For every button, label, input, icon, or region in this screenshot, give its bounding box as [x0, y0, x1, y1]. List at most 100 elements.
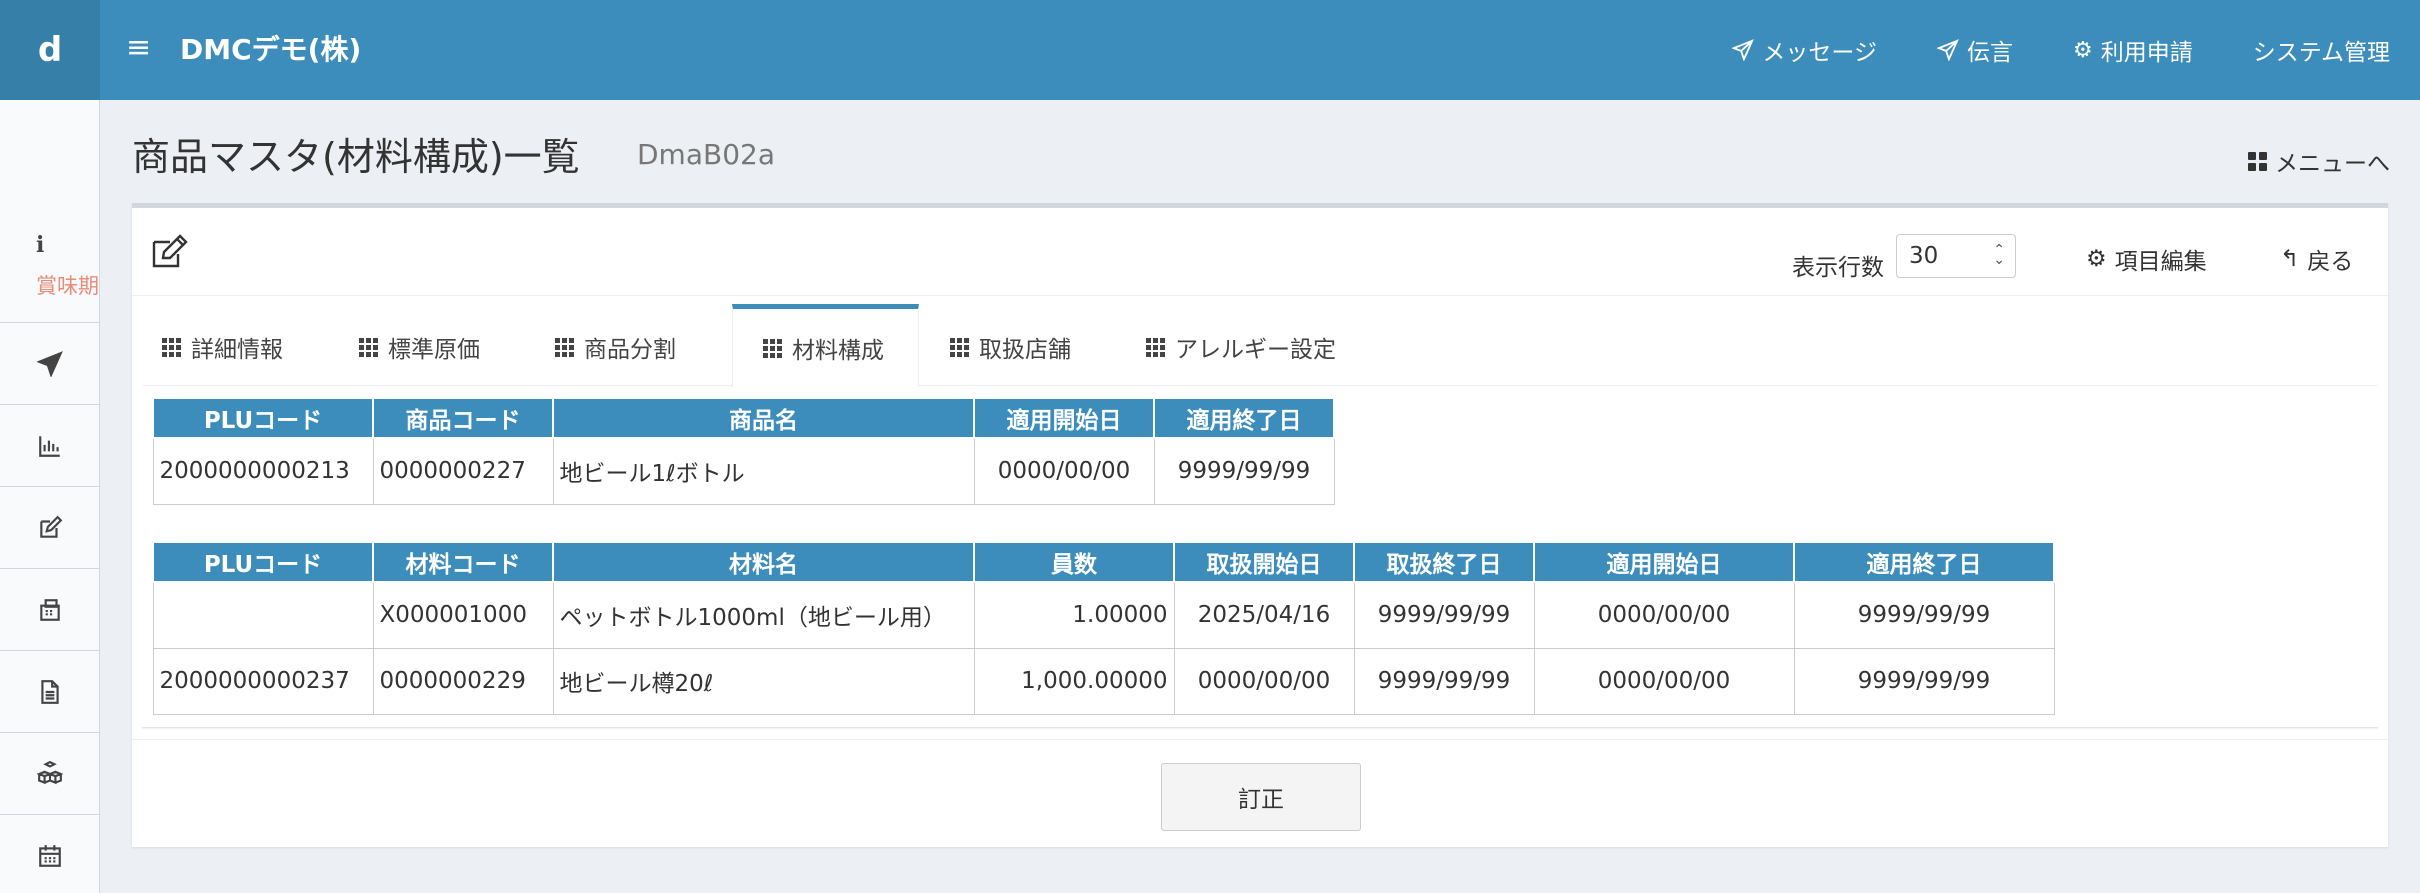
sidebar-info-text: 賞味期	[36, 274, 99, 298]
column-header: 商品コード	[372, 397, 554, 439]
grid-icon	[1146, 337, 1165, 357]
tab-standard-cost[interactable]: 標準原価	[359, 308, 529, 386]
sidebar-item-edit[interactable]	[0, 487, 99, 569]
handling-end-cell: 9999/99/99	[1353, 581, 1535, 649]
grid-icon	[763, 338, 782, 358]
chevron-updown-icon: ⌃ ⌄	[1993, 242, 2005, 268]
product-name-cell: 地ビール1ℓボトル	[552, 437, 975, 505]
main-card: 表示行数 30 ⌃ ⌄ ⚙ 項目編集 ↰ 戻る 詳細情報 標準原価 商品分割 材…	[132, 203, 2388, 847]
column-header: PLUコード	[152, 541, 374, 583]
paper-plane-icon	[1936, 39, 1959, 61]
tab-bar: 詳細情報 標準原価 商品分割 材料構成 取扱店舗 アレルギー設定	[142, 296, 2378, 387]
column-header: 材料コード	[372, 541, 554, 583]
quantity-cell: 1.00000	[973, 581, 1175, 649]
table-header-row: PLUコード 材料コード 材料名 員数 取扱開始日 取扱終了日 適用開始日 適用…	[152, 541, 2055, 583]
document-icon	[41, 679, 59, 704]
material-name-cell: ペットボトル1000ml（地ビール用）	[552, 581, 975, 649]
page-code: DmaB02a	[637, 138, 775, 171]
tabs-panel: 詳細情報 標準原価 商品分割 材料構成 取扱店舗 アレルギー設定 PLUコード …	[142, 296, 2378, 728]
material-name-cell: 地ビール樽20ℓ	[552, 647, 975, 715]
nav-memo-label: 伝言	[1966, 40, 2013, 66]
dashboard-icon	[2248, 151, 2267, 171]
product-code-cell: 0000000227	[372, 437, 554, 505]
back-label: 戻る	[2307, 249, 2354, 275]
item-edit-button[interactable]: ⚙ 項目編集	[2086, 242, 2207, 276]
column-header: 取扱終了日	[1353, 541, 1535, 583]
nav-messages[interactable]: メッセージ	[1702, 33, 1907, 67]
plu-code-cell	[152, 581, 374, 649]
gear-icon: ⚙	[2086, 246, 2107, 272]
back-button[interactable]: ↰ 戻る	[2280, 242, 2353, 276]
page-title: 商品マスタ(材料構成)一覧	[132, 135, 580, 179]
item-edit-label: 項目編集	[2114, 249, 2207, 275]
column-header: 適用終了日	[1793, 541, 2055, 583]
tab-label: 材料構成	[792, 338, 884, 364]
column-header: PLUコード	[152, 397, 374, 439]
apply-end-cell: 9999/99/99	[1793, 647, 2055, 715]
grid-icon	[359, 337, 378, 357]
company-name: DMCデモ(株)	[180, 33, 362, 66]
material-code-cell: 0000000229	[372, 647, 554, 715]
cubes-icon	[37, 760, 63, 784]
table-row[interactable]: X000001000 ペットボトル1000ml（地ビール用） 1.00000 2…	[152, 581, 2055, 649]
apply-start-cell: 0000/00/00	[973, 437, 1155, 505]
nav-messages-label: メッセージ	[1762, 40, 1877, 66]
tab-detail[interactable]: 詳細情報	[162, 308, 332, 386]
gear-icon: ⚙	[2072, 37, 2093, 63]
tab-label: 詳細情報	[191, 337, 283, 363]
edit-icon	[40, 515, 63, 538]
apply-end-cell: 9999/99/99	[1153, 437, 1335, 505]
bar-chart-icon	[39, 435, 60, 457]
sidebar-item-fax[interactable]	[0, 569, 99, 651]
tab-handling-stores[interactable]: 取扱店舗	[950, 308, 1120, 386]
column-header: 適用終了日	[1153, 397, 1335, 439]
rows-select[interactable]: 30 ⌃ ⌄	[1896, 234, 2016, 278]
rows-select-value: 30	[1909, 243, 1939, 269]
sidebar-item-chart[interactable]	[0, 405, 99, 487]
material-code-cell: X000001000	[372, 581, 554, 649]
card-toolbar: 表示行数 30 ⌃ ⌄ ⚙ 項目編集 ↰ 戻る	[132, 208, 2388, 296]
edit-icon[interactable]	[150, 234, 190, 270]
nav-usage-request[interactable]: ⚙ 利用申請	[2043, 33, 2223, 67]
plu-code-cell: 2000000000237	[152, 647, 374, 715]
column-header: 材料名	[552, 541, 975, 583]
hamburger-menu-icon[interactable]: ≡	[126, 30, 151, 65]
menu-link[interactable]: メニューへ	[2248, 144, 2390, 178]
sidebar-item-calendar[interactable]	[0, 815, 99, 893]
apply-end-cell: 9999/99/99	[1793, 581, 2055, 649]
menu-link-label: メニューへ	[2275, 151, 2390, 177]
nav-usage-request-label: 利用申請	[2100, 40, 2193, 66]
sidebar-item-document[interactable]	[0, 651, 99, 733]
nav-system-admin[interactable]: システム管理	[2223, 33, 2420, 67]
tab-product-split[interactable]: 商品分割	[555, 308, 725, 386]
nav-memo[interactable]: 伝言	[1907, 33, 2043, 67]
sidebar-item-send[interactable]	[0, 323, 99, 405]
sidebar-item-cubes[interactable]	[0, 733, 99, 815]
column-header: 取扱開始日	[1173, 541, 1355, 583]
grid-icon	[555, 337, 574, 357]
table-row[interactable]: 2000000000213 0000000227 地ビール1ℓボトル 0000/…	[152, 437, 1335, 505]
apply-start-cell: 0000/00/00	[1533, 581, 1795, 649]
sidebar: i 賞味期	[0, 100, 100, 893]
column-header: 適用開始日	[973, 397, 1155, 439]
reply-arrow-icon: ↰	[2280, 246, 2300, 272]
fax-icon	[40, 598, 60, 621]
fix-button[interactable]: 訂正	[1161, 763, 1361, 831]
column-header: 適用開始日	[1533, 541, 1795, 583]
quantity-cell: 1,000.00000	[973, 647, 1175, 715]
grid-icon	[162, 337, 181, 357]
grid-icon	[950, 337, 969, 357]
plu-code-cell: 2000000000213	[152, 437, 374, 505]
handling-end-cell: 9999/99/99	[1353, 647, 1535, 715]
top-nav: メッセージ 伝言 ⚙ 利用申請 システム管理	[1702, 0, 2420, 100]
product-table: PLUコード 商品コード 商品名 適用開始日 適用終了日 20000000002…	[152, 397, 1335, 505]
tab-label: 標準原価	[388, 337, 480, 363]
tab-label: アレルギー設定	[1175, 337, 1336, 363]
tab-allergy-settings[interactable]: アレルギー設定	[1146, 308, 1366, 386]
table-row[interactable]: 2000000000237 0000000229 地ビール樽20ℓ 1,000.…	[152, 647, 2055, 715]
divider	[132, 739, 2388, 740]
tab-material-composition[interactable]: 材料構成	[732, 304, 919, 387]
app-logo[interactable]: d	[0, 0, 100, 100]
sidebar-item-info[interactable]: i 賞味期	[0, 100, 99, 323]
handling-start-cell: 2025/04/16	[1173, 581, 1355, 649]
